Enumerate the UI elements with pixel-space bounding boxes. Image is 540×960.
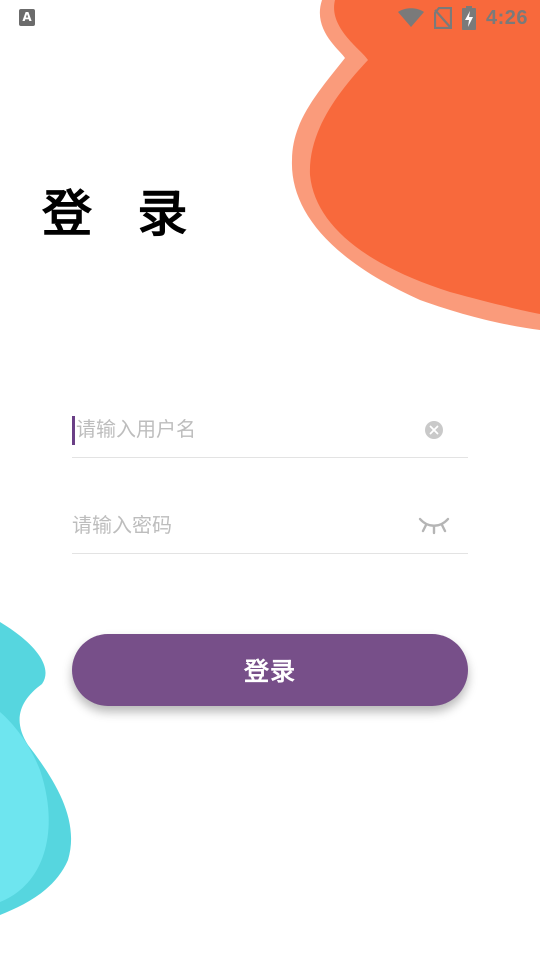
username-field[interactable] xyxy=(72,401,468,458)
app-notification-icon: A xyxy=(19,9,35,26)
orange-blob-light xyxy=(291,0,540,330)
eye-closed-icon[interactable] xyxy=(418,515,450,535)
orange-blob-decoration xyxy=(291,0,540,330)
orange-blob-main xyxy=(309,0,540,314)
status-icons: 4:26 xyxy=(397,6,528,30)
password-input[interactable] xyxy=(72,507,402,543)
cyan-blob-decoration xyxy=(0,622,72,915)
password-field[interactable] xyxy=(72,497,468,554)
status-bar: A 4:26 xyxy=(0,0,540,36)
username-input[interactable] xyxy=(72,411,406,447)
login-button[interactable]: 登录 xyxy=(72,634,468,706)
login-screen: A 4:26 登 录 请输入用户名 登录 xyxy=(0,0,540,960)
cyan-blob-dark xyxy=(0,622,72,915)
battery-charging-icon xyxy=(461,6,476,30)
clear-icon[interactable] xyxy=(424,420,444,440)
cyan-blob-main xyxy=(0,712,49,902)
status-time: 4:26 xyxy=(485,6,528,29)
no-sim-icon xyxy=(433,7,452,29)
page-title: 登 录 xyxy=(42,185,202,243)
wifi-icon xyxy=(397,8,424,27)
